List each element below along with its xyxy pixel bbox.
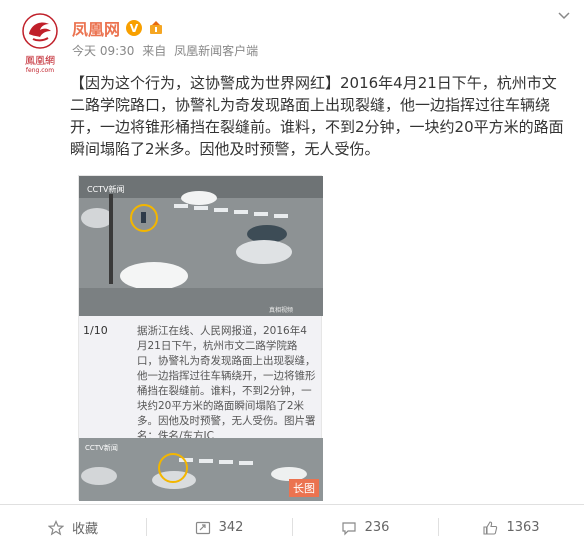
like-count: 1363 bbox=[506, 520, 540, 535]
traffic-photo-1[interactable]: CCTV新闻 真相视频 bbox=[79, 176, 323, 316]
tv-logo-2: CCTV新闻 bbox=[85, 443, 118, 452]
comment-count: 236 bbox=[364, 520, 390, 535]
tv-logo: CCTV新闻 bbox=[87, 184, 125, 194]
favorite-label: 收藏 bbox=[71, 522, 98, 537]
image-index: 1/10 bbox=[83, 324, 108, 337]
repost-count: 342 bbox=[218, 520, 244, 535]
comment-icon bbox=[341, 521, 356, 535]
chevron-down-icon[interactable] bbox=[558, 10, 570, 22]
repost-button[interactable]: 342 bbox=[146, 506, 292, 549]
post-time: 今天 09:30 bbox=[72, 44, 135, 58]
repost-icon bbox=[195, 521, 210, 534]
long-image-badge: 长图 bbox=[289, 479, 319, 497]
photo-watermark: 真相视频 bbox=[269, 306, 293, 314]
like-icon bbox=[483, 520, 498, 535]
logo-text: 鳳凰網 bbox=[25, 56, 55, 67]
star-icon bbox=[47, 519, 64, 536]
phoenix-logo-icon bbox=[21, 12, 59, 50]
like-button[interactable]: 1363 bbox=[438, 506, 584, 549]
avatar[interactable]: 鳳凰網 feng.com bbox=[18, 12, 62, 74]
action-bar: 收藏 342 236 1363 bbox=[0, 506, 584, 549]
media-card[interactable]: CCTV新闻 真相视频 1/10 据浙江在线、人民网报道，2016年4月21日下… bbox=[78, 175, 323, 501]
member-badge-icon bbox=[150, 21, 163, 34]
image-caption: 据浙江在线、人民网报道，2016年4月21日下午，杭州市文二路学院路口，协警礼为… bbox=[137, 325, 316, 442]
name-row: 凤凰网 V bbox=[72, 16, 164, 40]
verified-icon: V bbox=[126, 20, 143, 36]
logo-url: feng.com bbox=[25, 67, 55, 74]
comment-button[interactable]: 236 bbox=[292, 506, 438, 549]
source-prefix: 来自 bbox=[142, 44, 167, 58]
divider bbox=[0, 504, 584, 505]
account-name[interactable]: 凤凰网 bbox=[72, 16, 120, 40]
post-text: 【因为这个行为，这协警成为世界网红】2016年4月21日下午，杭州市文二路学院路… bbox=[70, 74, 564, 158]
post-header: 鳳凰網 feng.com 凤凰网 V 今天 09:30 来自 凤凰新闻客户端 bbox=[18, 8, 558, 74]
post-meta: 今天 09:30 来自 凤凰新闻客户端 bbox=[72, 42, 262, 59]
post-source[interactable]: 凤凰新闻客户端 bbox=[174, 44, 258, 58]
traffic-photo-2[interactable]: CCTV新闻 bbox=[79, 438, 323, 501]
favorite-button[interactable]: 收藏 bbox=[0, 506, 146, 549]
